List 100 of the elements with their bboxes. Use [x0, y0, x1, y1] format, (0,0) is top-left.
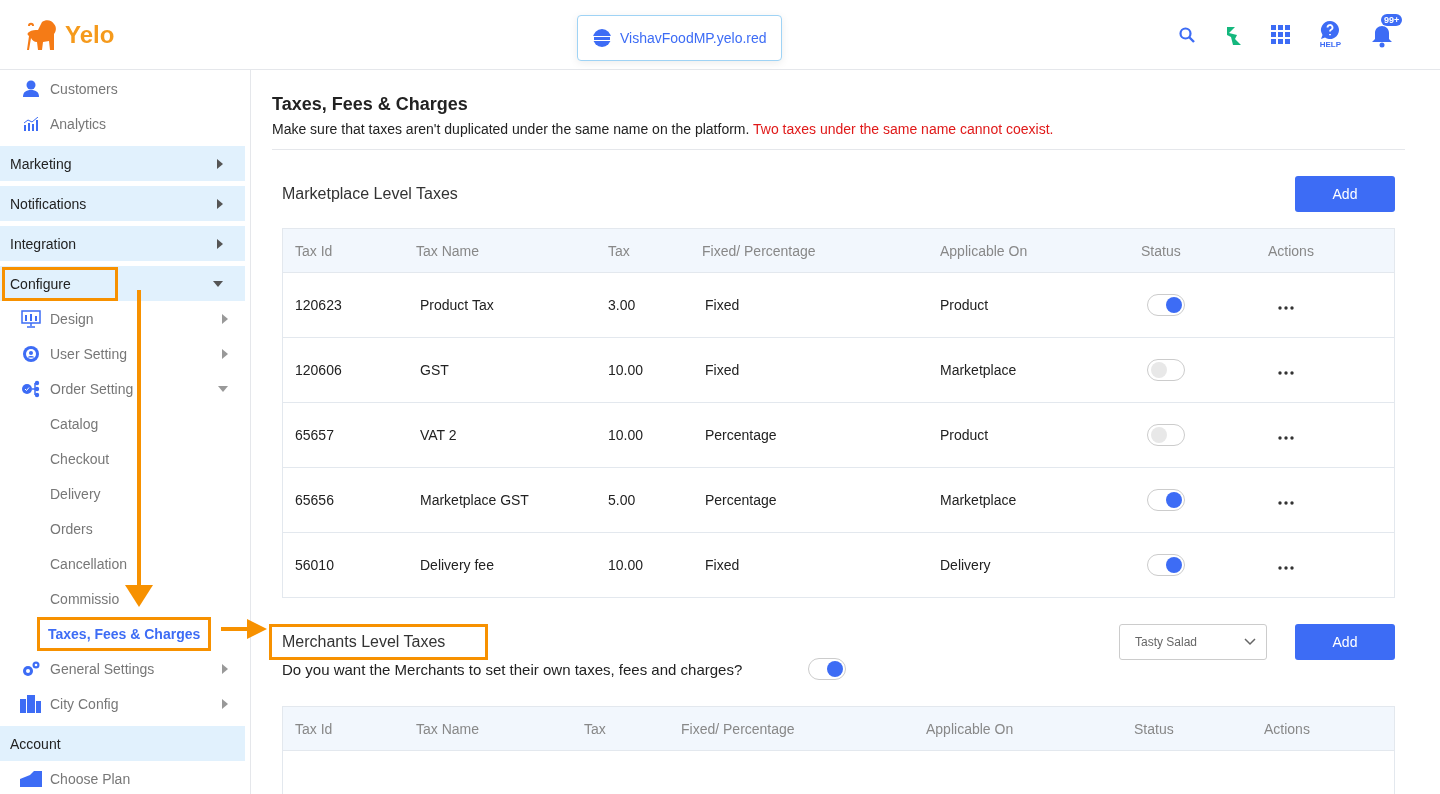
- monitor-icon: [21, 309, 41, 328]
- table-cell-text: Product: [939, 427, 990, 443]
- column-header: Status: [1133, 720, 1175, 737]
- toggle-switch[interactable]: [1147, 489, 1185, 511]
- sidebar-item[interactable]: Catalog: [50, 415, 99, 432]
- table-cell-text: Fixed: [704, 362, 741, 378]
- more-icon[interactable]: [1278, 371, 1294, 375]
- add-button[interactable]: Add: [1295, 176, 1395, 212]
- sidebar-item[interactable]: City Config: [0, 686, 250, 721]
- column-header: Actions: [1263, 720, 1311, 737]
- search-icon[interactable]: [1178, 26, 1195, 43]
- column-header: Fixed/ Percentage: [701, 242, 817, 259]
- help-button[interactable]: HELP: [1319, 20, 1341, 49]
- table-cell-text: 56010: [294, 557, 335, 573]
- section-title: Merchants Level Taxes: [272, 627, 486, 657]
- more-icon[interactable]: [1278, 501, 1294, 505]
- table-cell-text: 65656: [294, 492, 335, 508]
- table-cell-text: 3.00: [607, 297, 637, 313]
- table-cell-text: Product Tax: [419, 297, 495, 313]
- table-cell-text: Marketplace: [939, 492, 1018, 508]
- sidebar-item[interactable]: Taxes, Fees & Charges: [40, 619, 209, 648]
- sidebar-item[interactable]: Customers: [0, 71, 250, 106]
- merchant-taxes-question: Do you want the Merchants to set their own taxes, fees and charges?: [282, 660, 744, 680]
- sidebar-item[interactable]: Delivery: [50, 485, 101, 502]
- table-cell-text: 10.00: [607, 362, 645, 378]
- sidebar-item[interactable]: Orders: [50, 520, 93, 537]
- table-cell-text: Fixed: [704, 297, 741, 313]
- warning-text: Two taxes under the same name cannot coexist.: [753, 121, 1054, 137]
- notification-badge: 99+: [1381, 13, 1403, 26]
- table-cell-text: Delivery fee: [419, 557, 495, 573]
- toggle-switch[interactable]: [1147, 359, 1185, 381]
- column-header: Fixed/ Percentage: [680, 720, 796, 737]
- sidebar-section[interactable]: Integration: [0, 226, 245, 261]
- column-header: Tax Name: [415, 242, 481, 259]
- table-cell-text: Fixed: [704, 557, 741, 573]
- table-cell-text: Marketplace: [939, 362, 1018, 378]
- table-cell-text: VAT 2: [419, 427, 458, 443]
- merchant-dropdown[interactable]: Tasty Salad: [1119, 624, 1267, 660]
- bar-chart-icon: [23, 116, 39, 131]
- table-cell-text: 10.00: [607, 557, 645, 573]
- toggle-switch[interactable]: [1147, 554, 1185, 576]
- domain-link[interactable]: VishavFoodMP.yelo.red: [620, 30, 767, 46]
- grid-icon[interactable]: [1270, 25, 1290, 44]
- sidebar-item[interactable]: Checkout: [50, 450, 110, 467]
- table-cell-text: 5.00: [607, 492, 637, 508]
- more-icon[interactable]: [1278, 306, 1294, 310]
- column-header: Tax: [583, 720, 607, 737]
- bell-icon[interactable]: [1371, 23, 1393, 48]
- sidebar-section[interactable]: Account: [0, 726, 245, 761]
- sidebar-section[interactable]: Notifications: [0, 186, 245, 221]
- right-arrow: [221, 619, 267, 639]
- table-cell-text: 10.00: [607, 427, 645, 443]
- toggle-switch[interactable]: [1147, 294, 1185, 316]
- sidebar-item[interactable]: Analytics: [0, 106, 250, 141]
- table-cell-text: Marketplace GST: [419, 492, 530, 508]
- flow-icon: [21, 379, 41, 398]
- sidebar-item[interactable]: Choose Plan: [0, 761, 250, 794]
- section-title: Marketplace Level Taxes: [282, 185, 458, 203]
- column-header: Tax Id: [294, 242, 334, 259]
- table-cell-text: 120623: [294, 297, 343, 313]
- plan-icon: [20, 770, 42, 787]
- toggle-switch[interactable]: [808, 658, 846, 680]
- column-header: Applicable On: [939, 242, 1029, 259]
- add-button[interactable]: Add: [1295, 624, 1395, 660]
- table-cell-text: 65657: [294, 427, 335, 443]
- table-cell-text: Delivery: [939, 557, 992, 573]
- column-header: Status: [1140, 242, 1182, 259]
- more-icon[interactable]: [1278, 566, 1294, 570]
- column-header: Tax Name: [415, 720, 481, 737]
- sidebar-item[interactable]: General Settings: [0, 651, 250, 686]
- table-cell-text: Percentage: [704, 492, 778, 508]
- buildings-icon: [20, 694, 42, 713]
- leaf-icon[interactable]: [1224, 24, 1241, 45]
- person-icon: [23, 79, 39, 98]
- sidebar-item[interactable]: Order Setting: [0, 371, 250, 406]
- gears-icon: [21, 659, 41, 678]
- table-cell-text: Product: [939, 297, 990, 313]
- table-cell-text: 120606: [294, 362, 343, 378]
- page-title: Taxes, Fees & Charges: [272, 94, 469, 115]
- column-header: Tax Id: [294, 720, 334, 737]
- column-header: Applicable On: [925, 720, 1015, 737]
- table-cell-text: Percentage: [704, 427, 778, 443]
- sidebar-item[interactable]: Cancellation: [50, 555, 128, 572]
- domain-chip[interactable]: VishavFoodMP.yelo.red: [577, 15, 782, 61]
- brand-name: Yelo: [65, 20, 115, 49]
- question-bubble-icon: [1320, 20, 1341, 40]
- sidebar-section[interactable]: Configure: [0, 266, 245, 301]
- sidebar-item[interactable]: Design: [0, 301, 250, 336]
- toggle-switch[interactable]: [1147, 424, 1185, 446]
- sidebar-item[interactable]: Commissio: [50, 590, 120, 607]
- sidebar-section[interactable]: Marketing: [0, 146, 245, 181]
- chevron-down-icon: [1244, 638, 1256, 646]
- page-description: Make sure that taxes aren't duplicated under the same name on the platform.: [272, 121, 750, 137]
- column-header: Tax: [607, 242, 631, 259]
- globe-icon: [592, 28, 612, 48]
- user-gear-icon: [22, 344, 40, 363]
- column-header: Actions: [1267, 242, 1315, 259]
- sidebar-item[interactable]: User Setting: [0, 336, 250, 371]
- more-icon[interactable]: [1278, 436, 1294, 440]
- table-cell-text: GST: [419, 362, 450, 378]
